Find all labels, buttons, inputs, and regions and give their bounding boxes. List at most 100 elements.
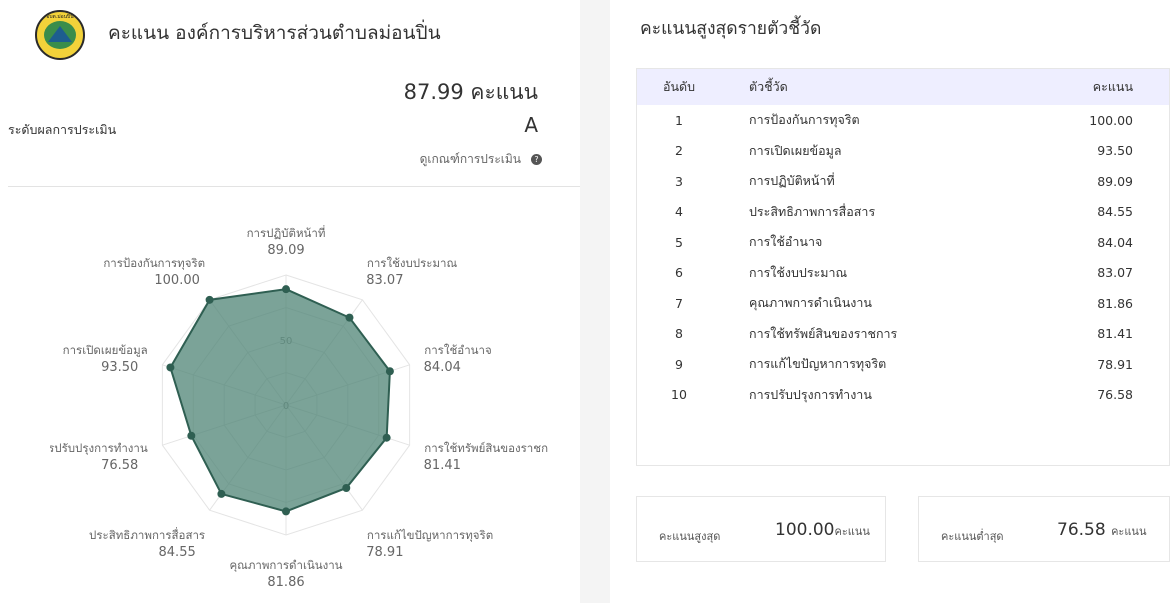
table-row: 1 การป้องกันการทุจริต 100.00 (637, 105, 1169, 136)
help-icon: ? (531, 154, 542, 165)
grade-value: A (524, 113, 538, 137)
radar-area (169, 288, 391, 513)
max-score-card: คะแนนสูงสุด 100.00คะแนน (636, 496, 886, 562)
axis-label: การใช้ทรัพย์สินของราชก (424, 441, 548, 455)
row-rank: 8 (675, 326, 683, 342)
row-indicator: คุณภาพการดำเนินงาน (749, 295, 872, 311)
table-row: 10 การปรับปรุงการทำงาน 76.58 (637, 380, 1169, 411)
min-score-unit: คะแนน (1111, 525, 1147, 538)
row-indicator: การแก้ไขปัญหาการทุจริต (749, 356, 887, 372)
table-header: อันดับ ตัวชี้วัด คะแนน (637, 69, 1169, 105)
max-score-value: 100.00คะแนน (775, 520, 870, 540)
radar-point (342, 483, 351, 492)
radar-point (282, 285, 290, 294)
header-indicator: ตัวชี้วัด (749, 79, 788, 94)
row-rank: 1 (675, 112, 683, 128)
table-row: 3 การปฏิบัติหน้าที่ 89.09 (637, 166, 1169, 197)
row-score: 100.00 (1089, 112, 1133, 128)
axis-label: คุณภาพการดำเนินงาน (229, 558, 342, 572)
row-indicator: การปรับปรุงการทำงาน (749, 386, 872, 402)
row-score: 81.41 (1097, 326, 1133, 342)
table-row: 2 การเปิดเผยข้อมูล 93.50 (637, 136, 1169, 167)
table-row: 8 การใช้ทรัพย์สินของราชการ 81.41 (637, 319, 1169, 350)
axis-value: 84.04 (424, 360, 461, 375)
max-score-number: 100.00 (775, 520, 835, 540)
mountain-icon (48, 26, 72, 42)
radar-point (382, 433, 391, 442)
axis-label: การเปิดเผยข้อมูล (63, 343, 148, 357)
row-indicator: การเปิดเผยข้อมูล (749, 142, 842, 158)
max-score-label: คะแนนสูงสุด (659, 530, 721, 543)
axis-value: 78.91 (366, 545, 403, 560)
axis-value: 84.55 (159, 545, 196, 560)
axis-label: การปฏิบัติหน้าที่ (247, 225, 326, 240)
row-indicator: การป้องกันการทุจริต (749, 112, 860, 128)
header-rank: อันดับ (662, 79, 696, 94)
axis-value: 93.50 (101, 360, 138, 375)
axis-label: การป้องกันการทุจริต (103, 256, 205, 270)
row-rank: 9 (675, 356, 683, 372)
axis-label: ประสิทธิภาพการสื่อสาร (89, 527, 205, 542)
axis-value: 76.58 (101, 458, 138, 473)
row-score: 89.09 (1097, 173, 1133, 189)
table-row: 5 การใช้อำนาจ 84.04 (637, 227, 1169, 258)
row-rank: 7 (675, 295, 683, 311)
ranking-table: อันดับ ตัวชี้วัด คะแนน 1 การป้องกันการทุจ… (636, 68, 1170, 466)
grade-label: ระดับผลการประเมิน (8, 122, 117, 137)
min-score-label: คะแนนต่ำสุด (941, 530, 1004, 543)
header-score: คะแนน (1092, 79, 1133, 94)
axis-label: การใช้อำนาจ (424, 343, 491, 357)
axis-label: การแก้ไขปัญหาการทุจริต (367, 528, 493, 542)
page-title: คะแนน องค์การบริหารส่วนตำบลม่อนปิ่น (108, 22, 441, 44)
criteria-link[interactable]: ดูเกณฑ์การประเมิน? (420, 150, 542, 169)
row-indicator: การใช้อำนาจ (749, 234, 823, 250)
row-score: 83.07 (1097, 265, 1133, 281)
row-score: 76.58 (1097, 387, 1133, 403)
table-row: 4 ประสิทธิภาพการสื่อสาร 84.55 (637, 197, 1169, 228)
axis-value: 83.07 (366, 273, 403, 288)
criteria-link-label: ดูเกณฑ์การประเมิน (419, 152, 521, 166)
row-rank: 2 (675, 143, 683, 159)
table-row: 9 การแก้ไขปัญหาการทุจริต 78.91 (637, 349, 1169, 380)
row-score: 81.86 (1097, 295, 1133, 311)
radar-point (217, 489, 226, 498)
table-row: 7 คุณภาพการดำเนินงาน 81.86 (637, 288, 1169, 319)
axis-label: การปรับปรุงการทำงาน (50, 441, 148, 455)
score-panel: อบต.ม่อนปิ่น คะแนน องค์การบริหารส่วนตำบล… (0, 0, 580, 603)
divider (8, 186, 580, 187)
radar-point (345, 313, 354, 322)
row-rank: 5 (675, 234, 683, 250)
row-indicator: การใช้งบประมาณ (749, 264, 848, 280)
row-rank: 3 (675, 173, 683, 189)
total-score: 87.99 คะแนน (403, 80, 538, 104)
radar-point (166, 363, 175, 372)
row-rank: 6 (675, 265, 683, 281)
axis-value: 81.41 (424, 458, 461, 473)
radar-point (282, 507, 290, 516)
row-rank: 10 (671, 387, 687, 403)
radar-point (385, 367, 394, 376)
radar-point (187, 431, 196, 440)
axis-value: 100.00 (154, 273, 200, 288)
radar-chart: 500 การปฏิบัติหน้าที่89.09การใช้งบประมาณ… (50, 225, 548, 590)
logo-text: อบต.ม่อนปิ่น (46, 14, 74, 20)
row-score: 84.04 (1097, 234, 1133, 250)
axis-value: 89.09 (267, 243, 304, 258)
min-score-value: 76.58 คะแนน (1057, 520, 1146, 540)
axis-label: การใช้งบประมาณ (367, 256, 458, 270)
panel-gap (580, 0, 610, 603)
min-score-number: 76.58 (1057, 520, 1106, 540)
row-score: 78.91 (1097, 356, 1133, 372)
organization-logo: อบต.ม่อนปิ่น (35, 10, 85, 60)
max-score-unit: คะแนน (834, 525, 870, 538)
axis-value: 81.86 (267, 575, 304, 590)
row-indicator: การใช้ทรัพย์สินของราชการ (749, 325, 898, 341)
row-indicator: การปฏิบัติหน้าที่ (749, 173, 835, 189)
row-rank: 4 (675, 204, 683, 220)
min-score-card: คะแนนต่ำสุด 76.58 คะแนน (918, 496, 1170, 562)
radar-point (205, 295, 214, 304)
row-score: 93.50 (1097, 143, 1133, 159)
row-indicator: ประสิทธิภาพการสื่อสาร (749, 203, 876, 219)
ranking-panel: คะแนนสูงสุดรายตัวชี้วัด อันดับ ตัวชี้วัด… (610, 0, 1170, 603)
ranking-title: คะแนนสูงสุดรายตัวชี้วัด (640, 19, 822, 39)
